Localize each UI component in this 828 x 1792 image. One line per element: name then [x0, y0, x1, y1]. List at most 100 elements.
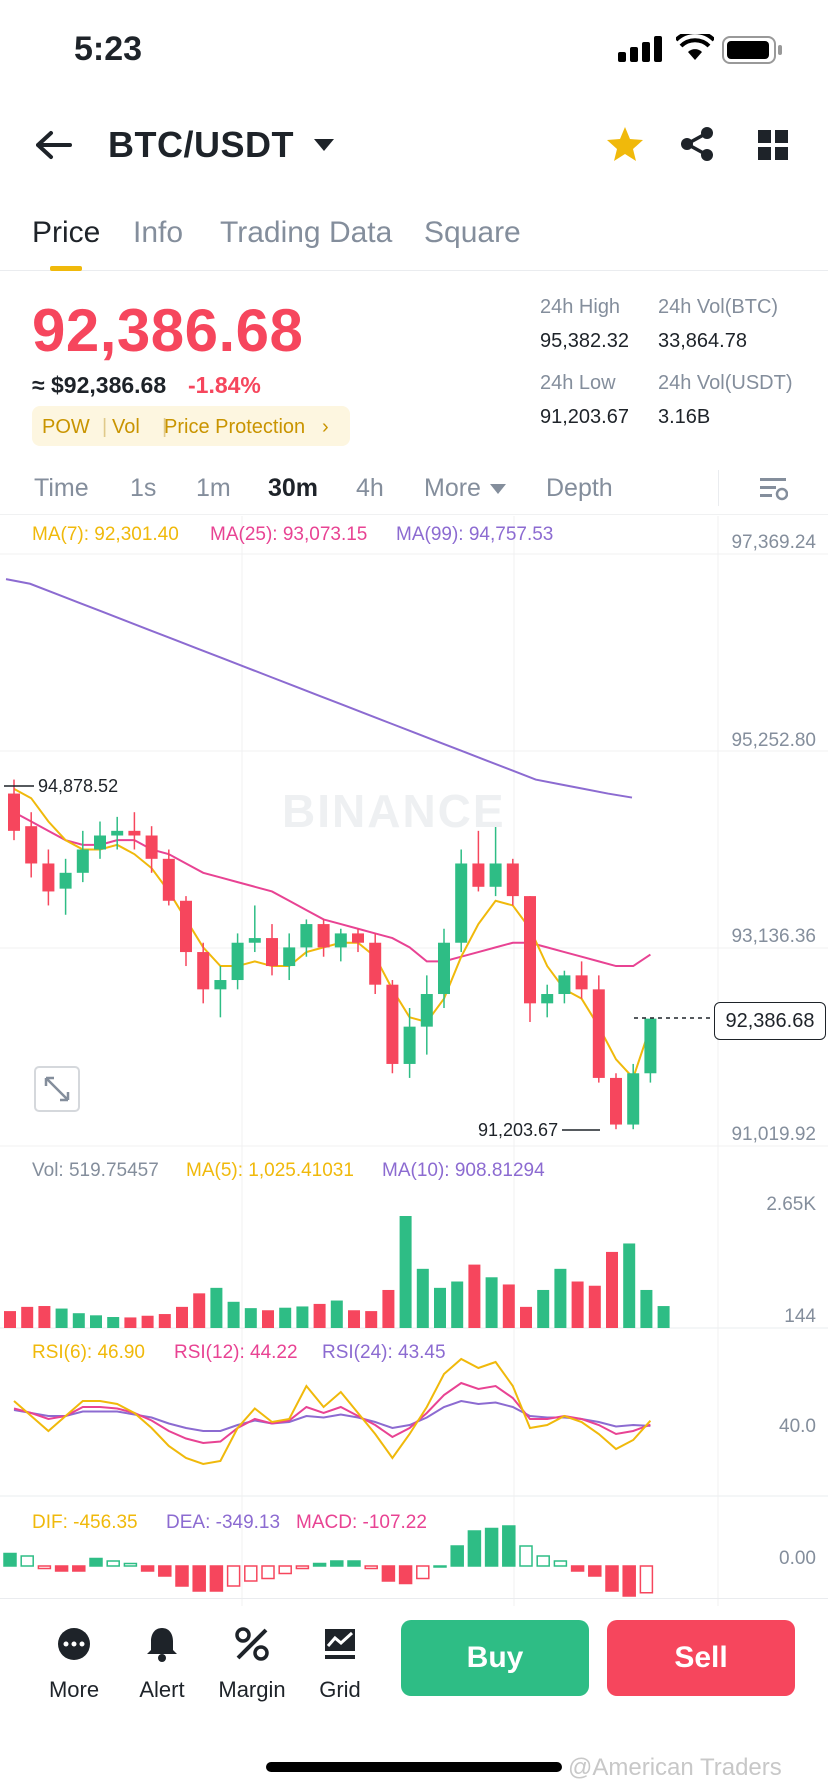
share-icon[interactable] — [680, 126, 716, 162]
volume-bar — [537, 1289, 550, 1328]
macd-bar — [467, 1530, 482, 1567]
rsi12-line — [13, 1381, 651, 1445]
volume-bar — [279, 1307, 292, 1328]
tag-pow[interactable]: POW — [42, 416, 90, 439]
bell-icon — [147, 1628, 177, 1662]
macd-bar — [416, 1565, 430, 1580]
volume-bar — [502, 1284, 515, 1328]
back-arrow-icon[interactable] — [36, 130, 72, 160]
vol-axis-top: 2.65K — [766, 1194, 816, 1215]
macd-bar — [278, 1565, 292, 1575]
grid-button[interactable]: Grid — [300, 1626, 380, 1703]
volume-bar — [571, 1281, 584, 1328]
star-icon[interactable] — [606, 126, 644, 162]
macd-bar — [226, 1565, 241, 1587]
macd-bar — [622, 1565, 636, 1597]
last-price: 92,386.68 — [32, 297, 304, 364]
margin-label: Margin — [218, 1677, 286, 1702]
tag-bar: POW | Vol | Price Protection › — [32, 406, 350, 446]
volume-bar — [124, 1317, 137, 1328]
timeframe-bar: Time 1s 1m 30m 4h More Depth — [0, 462, 828, 515]
chart-settings-icon[interactable] — [760, 476, 788, 502]
rsi6-label: RSI(6): 46.90 — [32, 1342, 145, 1363]
change-percent: -1.84% — [188, 372, 261, 398]
macd-bar — [209, 1565, 224, 1592]
macd-bar — [639, 1565, 654, 1594]
grid-chart-icon — [325, 1629, 355, 1659]
tf-more[interactable]: More — [424, 474, 481, 503]
battery-icon — [722, 36, 782, 64]
macd-bar — [54, 1565, 69, 1572]
caret-down-icon[interactable] — [314, 139, 334, 153]
volume-bar — [296, 1306, 309, 1328]
stat-low-value: 91,203.67 — [540, 406, 629, 428]
macd-bar — [330, 1560, 344, 1567]
vol-ma5-label: MA(5): 1,025.41031 — [186, 1160, 354, 1181]
volume-bar — [38, 1306, 51, 1328]
volume-bar — [107, 1317, 120, 1328]
margin-icon — [235, 1627, 269, 1661]
ma7-label: MA(7): 92,301.40 — [32, 524, 179, 545]
volume-bar — [434, 1287, 446, 1328]
volume-bar — [262, 1310, 274, 1328]
tf-4h[interactable]: 4h — [356, 474, 384, 503]
marker-lines — [4, 785, 714, 1131]
macd-bar — [433, 1565, 447, 1568]
volume-bar — [55, 1308, 68, 1328]
volume-bar — [468, 1264, 481, 1328]
macd-bar — [570, 1565, 585, 1572]
volume-bar — [227, 1301, 240, 1328]
volume-bar — [365, 1311, 378, 1328]
macd-bar — [398, 1565, 413, 1585]
tf-30m[interactable]: 30m — [268, 474, 318, 503]
wifi-icon — [676, 34, 714, 60]
macd-bar — [484, 1527, 499, 1567]
buy-button[interactable]: Buy — [401, 1620, 589, 1696]
tag-vol[interactable]: Vol — [112, 416, 140, 439]
expand-icon[interactable] — [34, 1066, 80, 1112]
volume-bar — [451, 1281, 464, 1328]
dif-label: DIF: -456.35 — [32, 1512, 138, 1533]
ma99-line — [5, 578, 633, 799]
margin-button[interactable]: Margin — [212, 1626, 292, 1703]
grid-label: Grid — [319, 1677, 361, 1702]
tab-square[interactable]: Square — [424, 216, 521, 250]
tab-trading-data[interactable]: Trading Data — [220, 216, 392, 250]
stat-high-value: 95,382.32 — [540, 330, 629, 352]
tf-depth[interactable]: Depth — [546, 474, 613, 503]
section-tabs: Price Info Trading Data Square — [0, 208, 828, 271]
volume-bar — [623, 1243, 636, 1328]
dea-label: DEA: -349.13 — [166, 1512, 281, 1533]
volume-bar — [382, 1289, 395, 1328]
tag-price-protection[interactable]: Price Protection — [164, 416, 305, 439]
tf-1s[interactable]: 1s — [130, 474, 156, 503]
macd-bar — [123, 1562, 138, 1567]
caret-down-icon[interactable] — [490, 484, 506, 496]
volume-bar — [176, 1306, 188, 1328]
vol-label: Vol: 519.75457 — [32, 1160, 159, 1181]
macd-axis: 0.00 — [779, 1548, 816, 1569]
volume-bar — [72, 1313, 85, 1328]
grid-icon[interactable] — [758, 130, 788, 160]
tf-1m[interactable]: 1m — [196, 474, 231, 503]
volume-bar — [244, 1308, 257, 1328]
macd-bar — [364, 1565, 378, 1570]
macd-bar — [140, 1565, 155, 1572]
alert-button[interactable]: Alert — [122, 1626, 202, 1703]
signal-icon — [618, 36, 662, 62]
tf-time[interactable]: Time — [34, 474, 89, 503]
macd-bar — [605, 1565, 619, 1592]
volume-bar — [313, 1303, 326, 1328]
pair-title[interactable]: BTC/USDT — [108, 124, 294, 166]
rsi24-label: RSI(24): 43.45 — [322, 1342, 446, 1363]
volume-bar — [520, 1306, 532, 1328]
tab-price[interactable]: Price — [32, 216, 100, 250]
chevron-right-icon: › — [322, 416, 329, 438]
sell-button[interactable]: Sell — [607, 1620, 795, 1696]
tab-info[interactable]: Info — [133, 216, 183, 250]
macd-bar — [450, 1545, 464, 1567]
more-button[interactable]: More — [34, 1626, 114, 1703]
footer-watermark: @American Traders — [568, 1754, 782, 1781]
more-label: More — [48, 1677, 100, 1702]
volume-bar — [141, 1315, 154, 1328]
